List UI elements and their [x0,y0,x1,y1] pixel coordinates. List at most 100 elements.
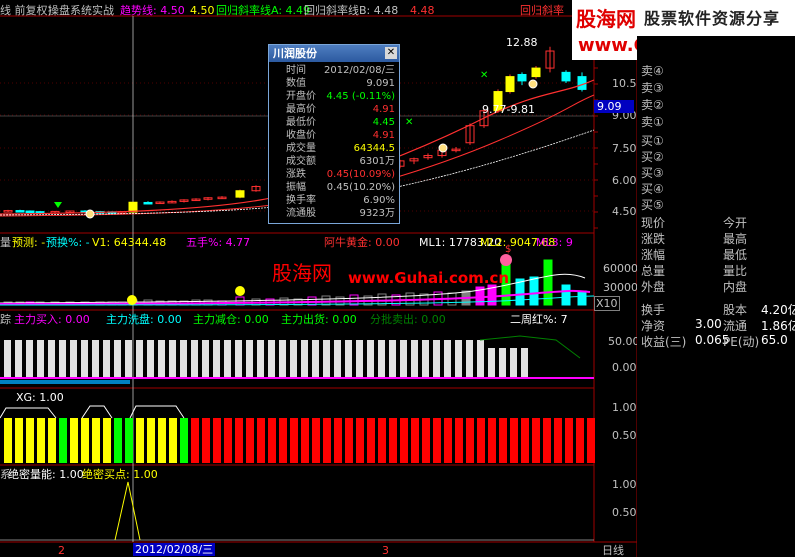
popup-row: 成交额 6301万 [271,156,397,168]
xg-block [92,418,100,463]
popup-row-key: 最高价 [286,104,316,115]
quote-label: 今开 [723,216,748,230]
popup-title: 川润股份 [273,47,317,60]
xg-axis-05: 0.50 [612,429,637,442]
fund-bar [367,340,374,378]
popup-row-key: 成交额 [286,156,316,167]
fund-wash: 主力洗盘: 0.00 [106,313,182,326]
volume-v1: V1: 64344.48 [92,236,167,249]
xg-block [378,418,386,463]
current-price-value: 9.09 [597,100,622,113]
quote-label: 总量 [641,264,666,278]
xg-block [257,418,265,463]
range-annotation: 9.77-9.81 [482,103,535,116]
indicator-title: 操盘系统实战 [48,4,114,17]
coin-icon [438,143,448,153]
fund-bar [389,340,396,378]
quote-label: 净资 [641,319,666,333]
quote-label: PE(动) [723,335,760,349]
quote-label: 现价 [641,216,666,230]
fund-bar [466,340,473,378]
quote-label: 内盘 [723,280,748,294]
candle-body [25,210,35,213]
xg-block [202,418,210,463]
fund-bar [114,340,121,378]
xg-block [433,418,441,463]
fund-bar [433,340,440,378]
fund-axis-0: 0.00 [612,361,637,374]
quote-value: 65.0 [761,333,788,347]
fund-bar [103,340,110,378]
xg-block [532,418,540,463]
volume-hand: 五手%: 4.77 [186,236,251,249]
regression-b-value: 回归斜率线B: 4.48 [304,4,399,17]
buy-level-label: 买⑤ [641,198,664,212]
xg-block [587,418,595,463]
popup-row: 成交量 64344.5 [271,143,397,155]
quote-value: 3.00 [695,317,722,331]
popup-row-key: 时间 [286,65,306,76]
xg-block [400,418,408,463]
close-icon[interactable]: ✕ [385,47,397,59]
secret-axis-1: 1.00 [612,478,637,491]
quote-label: 换手 [641,303,666,317]
current-price-tag: 9.09 [594,100,634,113]
fund-bar [224,340,231,378]
xg-block [125,418,133,463]
fund-bar [279,340,286,378]
regression-right-label: 回归斜率 [520,4,564,17]
fund-bar [70,340,77,378]
xg-block [147,418,155,463]
fund-bar [92,340,99,378]
xg-label: XG: 1.00 [16,391,64,404]
popup-row-value: 0.45(10.09%) [326,169,395,180]
fund-bar [378,340,385,378]
popup-row-value: 4.45 (-0.11%) [326,91,395,102]
date-axis-2: 2 [58,544,65,557]
quote-label: 收益(三) [641,335,687,349]
volume-bar [577,290,587,306]
xg-block [576,418,584,463]
xg-block [213,418,221,463]
fund-bar [235,340,242,378]
secret-axis-05: 0.50 [612,506,637,519]
popup-header[interactable]: 川润股份 ✕ [269,45,399,62]
popup-row-value: 6301万 [359,156,395,167]
xg-block [81,418,89,463]
sell-x-icon: ✕ [480,70,488,81]
price-axis-label: 4.50 [612,205,637,218]
popup-row-value: 9.091 [366,78,395,89]
xg-block [268,418,276,463]
period-label[interactable]: 日线 [602,544,624,557]
candle-body [505,76,515,93]
fund-axis-50: 50.00 [608,335,640,348]
watermark-url: www.Guhai.com.cn [348,269,510,287]
quote-label: 量比 [723,264,748,278]
xg-block [169,418,177,463]
stock-info-popup[interactable]: 川润股份 ✕ 时间 2012/02/08/三 数值 9.091 开盘价 4.45 (-0.… [268,44,400,224]
popup-row-key: 开盘价 [286,91,316,102]
popup-row: 收盘价 4.91 [271,130,397,142]
buy-level-label: 买② [641,150,664,164]
popup-row-value: 9323万 [359,208,395,219]
quote-label: 外盘 [641,280,666,294]
volume-forecast: 预测: - [12,236,46,249]
xg-block [312,418,320,463]
line-value-2: 4.48 [410,4,435,17]
fund-bar [158,340,165,378]
xg-block [356,418,364,463]
volume-axis-60000: 60000 [603,262,638,275]
buy-level-label: 买④ [641,182,664,196]
xg-block [554,418,562,463]
sell-level-label: 卖③ [641,81,664,95]
popup-row-key: 成交量 [286,143,316,154]
popup-row-key: 换手率 [286,195,316,206]
popup-row-key: 振幅 [286,182,306,193]
fund-bar [444,340,451,378]
xg-block [59,418,67,463]
candle-body [15,210,25,213]
coin-icon [85,209,95,219]
fund-bar [48,340,55,378]
volume-multiplier[interactable]: X10 [594,296,620,311]
fund-bar [15,340,22,378]
